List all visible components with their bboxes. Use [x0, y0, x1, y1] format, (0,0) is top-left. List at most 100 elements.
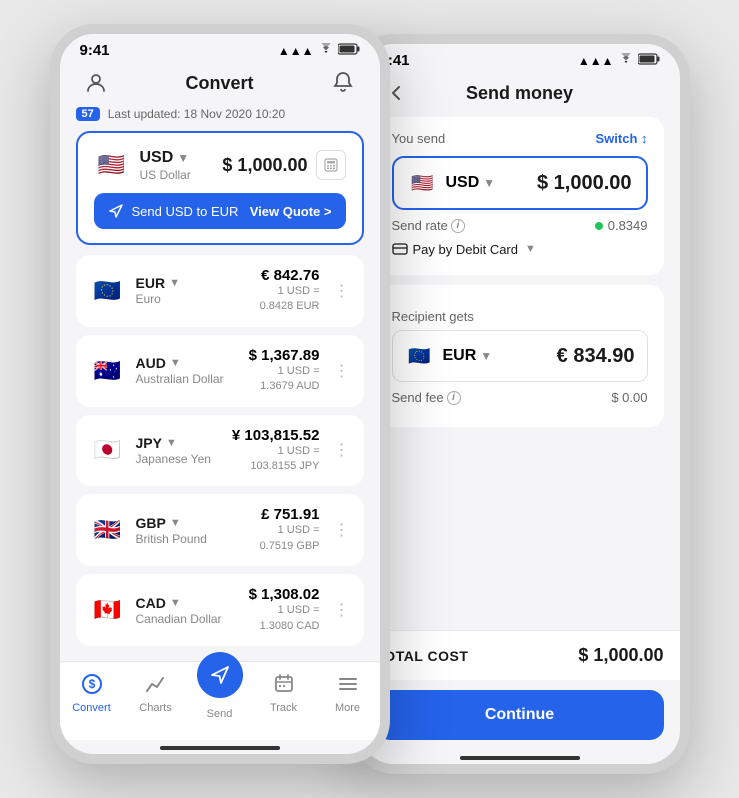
eur-card[interactable]: 🇪🇺 EUR ▼ Euro € 842.76 1 USD =0.8 — [76, 255, 364, 327]
charts-icon — [142, 670, 170, 698]
aud-rate: 1 USD =1.3679 AUD — [249, 364, 320, 395]
usd-dropdown-arrow: ▼ — [177, 151, 189, 165]
track-icon — [270, 670, 298, 698]
tab-convert-label: Convert — [72, 702, 111, 714]
wifi-icon-2 — [618, 53, 634, 68]
jpy-flag: 🇯🇵 — [90, 432, 126, 468]
cad-flag: 🇨🇦 — [90, 592, 126, 628]
home-indicator-1 — [60, 740, 380, 754]
tab-more-label: More — [335, 702, 360, 714]
total-cost-bar: TOTAL COST $ 1,000.00 — [360, 630, 680, 680]
nav-bar-2: Send money — [360, 73, 680, 117]
cad-amount: $ 1,308.02 — [249, 586, 320, 603]
usd-amount: $ 1,000.00 — [222, 155, 307, 176]
usd-code: USD — [140, 149, 174, 167]
rate-green-dot — [595, 222, 603, 230]
profile-icon[interactable] — [80, 67, 112, 99]
gbp-flag: 🇬🇧 — [90, 512, 126, 548]
tab-track-label: Track — [270, 702, 297, 714]
primary-currency-card[interactable]: 🇺🇸 USD ▼ US Dollar $ 1,000.00 — [76, 131, 364, 245]
jpy-rate: 1 USD =103.8155 JPY — [232, 444, 320, 475]
send-rate-value: 0.8349 — [608, 218, 648, 233]
aud-flag: 🇦🇺 — [90, 353, 126, 389]
cad-code: CAD — [136, 595, 166, 611]
cad-card[interactable]: 🇨🇦 CAD ▼ Canadian Dollar $ 1,308.02 — [76, 574, 364, 646]
tab-charts[interactable]: Charts — [124, 670, 188, 720]
eur-rate: 1 USD =0.8428 EUR — [260, 284, 320, 315]
status-bar-2: 9:41 ▲▲▲ — [360, 44, 680, 73]
view-quote-btn[interactable]: View Quote > — [250, 204, 332, 219]
jpy-card[interactable]: 🇯🇵 JPY ▼ Japanese Yen ¥ 103,815.52 — [76, 415, 364, 487]
aud-code: AUD — [136, 355, 166, 371]
phone-send-money: 9:41 ▲▲▲ — [350, 34, 690, 774]
continue-button[interactable]: Continue — [376, 690, 664, 740]
send-rate-info-icon[interactable]: i — [451, 219, 465, 233]
status-time-1: 9:41 — [80, 42, 110, 59]
cad-name: Canadian Dollar — [136, 612, 222, 626]
placeholder-nav-right — [628, 77, 660, 109]
screen-content-1: 57 Last updated: 18 Nov 2020 10:20 🇺🇸 US… — [60, 107, 380, 661]
debit-card-icon — [392, 241, 408, 257]
tab-bar-1: $ Convert Charts — [60, 661, 380, 740]
tab-charts-label: Charts — [139, 702, 171, 714]
status-icons-1: ▲▲▲ — [278, 43, 360, 58]
aud-name: Australian Dollar — [136, 372, 224, 386]
calculator-icon[interactable] — [316, 150, 346, 180]
eur-name: Euro — [136, 292, 180, 306]
eur-amount: € 842.76 — [260, 267, 320, 284]
nav-bar-1: Convert — [60, 63, 380, 107]
gbp-card[interactable]: 🇬🇧 GBP ▼ British Pound £ 751.91 1 — [76, 494, 364, 566]
status-bar-1: 9:41 ▲▲▲ — [60, 34, 380, 63]
convert-icon: $ — [78, 670, 106, 698]
nav-title-1: Convert — [185, 73, 253, 94]
phone-convert: 9:41 ▲▲▲ — [50, 24, 390, 764]
svg-text:$: $ — [88, 677, 95, 691]
recipient-gets-card: Recipient gets 🇪🇺 EUR ▼ € 834.90 — [376, 285, 664, 427]
recipient-gets-label: Recipient gets — [392, 309, 648, 324]
jpy-name: Japanese Yen — [136, 452, 211, 466]
recipient-currency-row[interactable]: 🇪🇺 EUR ▼ € 834.90 — [392, 330, 648, 382]
recipient-code: EUR — [443, 347, 477, 365]
aud-card[interactable]: 🇦🇺 AUD ▼ Australian Dollar $ 1,367.89 — [76, 335, 364, 407]
eur-menu-icon[interactable]: ⋮ — [334, 281, 350, 301]
gbp-menu-icon[interactable]: ⋮ — [334, 520, 350, 540]
nav-title-2: Send money — [466, 83, 573, 104]
update-badge: 57 — [76, 107, 100, 121]
bell-icon[interactable] — [327, 67, 359, 99]
gbp-name: British Pound — [136, 532, 207, 546]
recipient-amount: € 834.90 — [557, 345, 635, 368]
usd-flag: 🇺🇸 — [94, 147, 130, 183]
cad-rate: 1 USD =1.3080 CAD — [249, 603, 320, 634]
jpy-amount: ¥ 103,815.52 — [232, 427, 320, 444]
more-icon — [334, 670, 362, 698]
pay-method-row[interactable]: Pay by Debit Card ▼ — [392, 241, 648, 261]
cad-menu-icon[interactable]: ⋮ — [334, 600, 350, 620]
home-indicator-2 — [360, 750, 680, 764]
tab-track[interactable]: Track — [252, 670, 316, 720]
wifi-icon — [318, 43, 334, 58]
switch-btn[interactable]: Switch ↕ — [595, 131, 647, 146]
tab-send[interactable]: Send — [188, 670, 252, 720]
send-fee-label: Send fee — [392, 390, 444, 405]
pay-dropdown-arrow: ▼ — [525, 243, 536, 255]
jpy-menu-icon[interactable]: ⋮ — [334, 440, 350, 460]
tab-convert[interactable]: $ Convert — [60, 670, 124, 720]
send-rate-label: Send rate — [392, 218, 448, 233]
sender-code: USD — [446, 174, 480, 192]
tab-more[interactable]: More — [316, 670, 380, 720]
send-circle-icon — [197, 652, 243, 698]
recipient-flag: 🇪🇺 — [405, 341, 435, 371]
send-fee-value: $ 0.00 — [611, 390, 647, 405]
eur-code: EUR — [136, 275, 166, 291]
send-rate-row: Send rate i 0.8349 — [392, 210, 648, 241]
pay-by-label: Pay by Debit Card — [413, 242, 519, 257]
signal-icon-2: ▲▲▲ — [578, 54, 614, 68]
send-fee-info-icon[interactable]: i — [447, 391, 461, 405]
send-usd-eur-btn[interactable]: Send USD to EUR View Quote > — [94, 193, 346, 229]
aud-menu-icon[interactable]: ⋮ — [334, 361, 350, 381]
aud-amount: $ 1,367.89 — [249, 347, 320, 364]
send-btn-label: Send USD to EUR — [132, 204, 239, 219]
update-bar: 57 Last updated: 18 Nov 2020 10:20 — [76, 107, 364, 121]
jpy-code: JPY — [136, 435, 162, 451]
gbp-code: GBP — [136, 515, 166, 531]
